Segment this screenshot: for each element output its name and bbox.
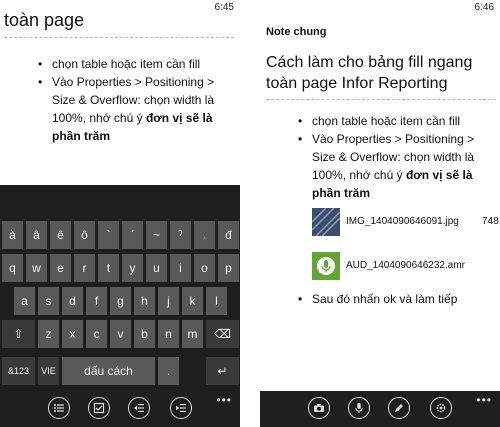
checkbox-icon[interactable] bbox=[88, 397, 110, 419]
key[interactable]: e bbox=[50, 254, 71, 282]
more-options-button[interactable]: ••• bbox=[216, 393, 232, 407]
image-attachment[interactable]: IMG_1404090646091.jpg 748 bbox=[311, 207, 500, 237]
list-item: chọn table hoặc item cần fill bbox=[296, 112, 500, 130]
key[interactable]: ˊ bbox=[122, 221, 143, 249]
list-item: Vào Properties > Positioning > Size & Ov… bbox=[296, 130, 500, 202]
title-divider bbox=[4, 37, 234, 38]
key[interactable]: w bbox=[26, 254, 47, 282]
app-bar: ••• bbox=[260, 391, 500, 427]
outdent-icon[interactable] bbox=[128, 397, 150, 419]
key[interactable]: m bbox=[182, 320, 203, 348]
notebook-section-label: Note chung bbox=[266, 26, 327, 38]
key[interactable]: u bbox=[146, 254, 167, 282]
pen-icon[interactable] bbox=[388, 397, 410, 419]
attachment-filename: IMG_1404090646091.jpg bbox=[346, 216, 459, 227]
key[interactable]: ê bbox=[50, 221, 71, 249]
key[interactable]: â bbox=[26, 221, 47, 249]
key[interactable]: l bbox=[206, 287, 227, 315]
period-key[interactable]: . bbox=[158, 357, 179, 385]
key[interactable]: ~ bbox=[146, 221, 167, 249]
attachment-filename: AUD_1404090646232.amr bbox=[346, 260, 465, 271]
key[interactable]: c bbox=[86, 320, 107, 348]
list-item: chọn table hoặc item cần fill bbox=[36, 55, 236, 73]
key[interactable]: đ bbox=[218, 221, 239, 249]
key[interactable]: q bbox=[2, 254, 23, 282]
microphone-icon bbox=[312, 252, 340, 280]
status-time: 6:46 bbox=[474, 2, 494, 13]
key[interactable]: p bbox=[218, 254, 239, 282]
key[interactable]: z bbox=[38, 320, 59, 348]
key[interactable]: s bbox=[38, 287, 59, 315]
key[interactable]: ` bbox=[98, 221, 119, 249]
note-body[interactable]: chọn table hoặc item cần fill Vào Proper… bbox=[36, 55, 236, 145]
key[interactable]: f bbox=[86, 287, 107, 315]
list-item: Vào Properties > Positioning > Size & Ov… bbox=[36, 73, 236, 145]
status-time: 6:45 bbox=[214, 2, 234, 13]
key[interactable]: r bbox=[74, 254, 95, 282]
key[interactable]: t bbox=[98, 254, 119, 282]
key[interactable]: à bbox=[2, 221, 23, 249]
more-options-button[interactable]: ••• bbox=[476, 393, 492, 407]
title-divider bbox=[266, 99, 496, 100]
key[interactable]: ô bbox=[74, 221, 95, 249]
indent-icon[interactable] bbox=[170, 397, 192, 419]
key[interactable]: b bbox=[134, 320, 155, 348]
shift-key[interactable]: ⇧ bbox=[2, 320, 35, 348]
app-bar: ••• bbox=[0, 391, 240, 427]
key[interactable]: h bbox=[134, 287, 155, 315]
key[interactable]: y bbox=[122, 254, 143, 282]
key[interactable]: x bbox=[62, 320, 83, 348]
language-key[interactable]: VIE bbox=[38, 357, 59, 385]
key[interactable]: k bbox=[182, 287, 203, 315]
key[interactable]: n bbox=[158, 320, 179, 348]
image-thumbnail bbox=[311, 207, 341, 237]
key[interactable]: a bbox=[14, 287, 35, 315]
key[interactable]: o bbox=[194, 254, 215, 282]
key[interactable]: i bbox=[170, 254, 191, 282]
key[interactable]: v bbox=[110, 320, 131, 348]
list-bullets-icon[interactable] bbox=[48, 397, 70, 419]
camera-icon[interactable] bbox=[308, 397, 330, 419]
key[interactable]: d bbox=[62, 287, 83, 315]
status-bar: 6:46 bbox=[260, 0, 500, 16]
symbols-key[interactable]: &123 bbox=[2, 357, 35, 385]
key[interactable]: j bbox=[158, 287, 179, 315]
list-item: Sau đó nhấn ok và làm tiếp bbox=[296, 290, 500, 308]
key[interactable]: g bbox=[110, 287, 131, 315]
right-phone-screen: 6:46 Note chung Cách làm cho bảng fill n… bbox=[260, 0, 500, 427]
note-title[interactable]: Cách làm cho bảng fill ngang toàn page In… bbox=[266, 52, 498, 94]
audio-attachment[interactable]: AUD_1404090646232.amr bbox=[312, 252, 500, 280]
key[interactable]: ˀ bbox=[170, 221, 191, 249]
attachment-size: 748 bbox=[482, 216, 499, 227]
note-title[interactable]: toàn page bbox=[4, 10, 84, 31]
backspace-key[interactable]: ⌫ bbox=[206, 320, 239, 348]
settings-icon[interactable] bbox=[430, 397, 452, 419]
microphone-icon[interactable] bbox=[348, 397, 370, 419]
left-phone-screen: 6:45 toàn page chọn table hoặc item cần … bbox=[0, 0, 240, 427]
enter-key[interactable]: ↵ bbox=[206, 357, 239, 385]
note-body-continued[interactable]: Sau đó nhấn ok và làm tiếp bbox=[296, 290, 500, 308]
key[interactable]: . bbox=[194, 221, 215, 249]
note-body[interactable]: chọn table hoặc item cần fill Vào Proper… bbox=[296, 112, 500, 202]
on-screen-keyboard: à â ê ô ` ˊ ~ ˀ . đ q w e r t y u i o p … bbox=[0, 185, 240, 391]
space-key[interactable]: dấu cách bbox=[62, 357, 155, 385]
